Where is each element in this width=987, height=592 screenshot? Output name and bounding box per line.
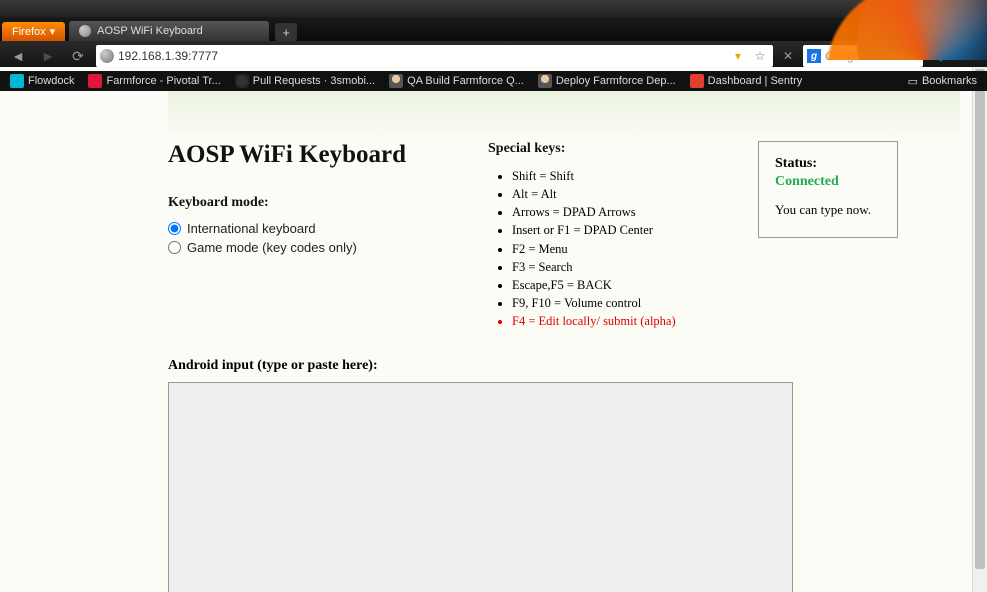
sentry-icon <box>690 74 704 88</box>
globe-icon <box>79 25 91 37</box>
window-titlebar: ─ ▭ ✕ <box>0 0 987 17</box>
new-tab-button[interactable]: + <box>275 23 297 41</box>
list-item: Alt = Alt <box>512 185 718 203</box>
home-button[interactable]: ⌂ <box>959 45 981 67</box>
person-icon <box>389 74 403 88</box>
status-label: Status: <box>775 156 881 172</box>
firefox-menu-button[interactable]: Firefox ▾ <box>2 22 65 41</box>
flowdock-icon <box>10 74 24 88</box>
list-item: Insert or F1 = DPAD Center <box>512 221 718 239</box>
reload-button[interactable]: ⟳ <box>66 44 90 68</box>
tab-title: AOSP WiFi Keyboard <box>97 25 203 37</box>
mode-option-international[interactable]: International keyboard <box>168 221 448 236</box>
reader-icon[interactable]: ☆ <box>751 47 769 65</box>
bookmark-sentry[interactable]: Dashboard | Sentry <box>684 72 809 90</box>
url-input[interactable] <box>118 49 725 63</box>
list-item: Arrows = DPAD Arrows <box>512 203 718 221</box>
radio-game[interactable] <box>168 241 181 254</box>
android-input[interactable] <box>168 382 793 592</box>
status-message: You can type now. <box>775 202 881 219</box>
bookmarks-icon: ▭ <box>908 75 918 88</box>
input-label: Android input (type or paste here): <box>168 358 960 374</box>
bookmark-pivotal[interactable]: Farmforce - Pivotal Tr... <box>82 72 226 90</box>
bookmarks-toolbar: Flowdock Farmforce - Pivotal Tr... Pull … <box>0 71 987 91</box>
stop-button[interactable]: ✕ <box>779 47 797 65</box>
list-item: Escape,F5 = BACK <box>512 276 718 294</box>
tab-strip: Firefox ▾ AOSP WiFi Keyboard + <box>0 17 987 41</box>
person-icon <box>538 74 552 88</box>
google-icon: g <box>807 49 821 63</box>
list-item: F2 = Menu <box>512 240 718 258</box>
bookmarks-menu-button[interactable]: ▭Bookmarks <box>902 73 983 90</box>
page-content: AOSP WiFi Keyboard Keyboard mode: Intern… <box>150 67 960 592</box>
page-title: AOSP WiFi Keyboard <box>168 141 448 169</box>
list-item: F9, F10 = Volume control <box>512 294 718 312</box>
special-keys-list: Shift = Shift Alt = Alt Arrows = DPAD Ar… <box>488 167 718 330</box>
list-item: Shift = Shift <box>512 167 718 185</box>
list-item: F4 = Edit locally/ submit (alpha) <box>512 312 718 330</box>
special-keys-heading: Special keys: <box>488 141 718 157</box>
search-box[interactable]: g Google <box>803 45 923 67</box>
feed-icon[interactable]: ▾ <box>729 47 747 65</box>
scrollbar-thumb[interactable] <box>975 69 985 569</box>
search-placeholder: Google <box>825 49 864 63</box>
status-value: Connected <box>775 174 881 190</box>
bookmark-flowdock[interactable]: Flowdock <box>4 72 80 90</box>
firefox-label: Firefox <box>12 26 46 38</box>
chevron-down-icon: ▾ <box>50 25 56 38</box>
close-button[interactable]: ✕ <box>959 1 987 16</box>
pivotal-icon <box>88 74 102 88</box>
vertical-scrollbar[interactable] <box>972 67 987 592</box>
minimize-button[interactable]: ─ <box>901 1 929 16</box>
mode-heading: Keyboard mode: <box>168 195 448 211</box>
downloads-button[interactable]: ⬇ <box>929 44 953 68</box>
bookmark-github[interactable]: Pull Requests · 3smobi... <box>229 72 381 90</box>
back-button[interactable]: ◄ <box>6 44 30 68</box>
maximize-button[interactable]: ▭ <box>930 1 958 16</box>
tab-aosp[interactable]: AOSP WiFi Keyboard <box>69 21 269 41</box>
bookmark-deploy[interactable]: Deploy Farmforce Dep... <box>532 72 682 90</box>
github-icon <box>235 74 249 88</box>
page-viewport: AOSP WiFi Keyboard Keyboard mode: Intern… <box>0 67 987 592</box>
status-box: Status: Connected You can type now. <box>758 141 898 238</box>
radio-international[interactable] <box>168 222 181 235</box>
list-item: F3 = Search <box>512 258 718 276</box>
site-identity-icon[interactable] <box>100 49 114 63</box>
url-bar[interactable]: ▾ ☆ <box>96 45 773 67</box>
mode-option-game[interactable]: Game mode (key codes only) <box>168 240 448 255</box>
bookmark-qa[interactable]: QA Build Farmforce Q... <box>383 72 530 90</box>
forward-button[interactable]: ► <box>36 44 60 68</box>
